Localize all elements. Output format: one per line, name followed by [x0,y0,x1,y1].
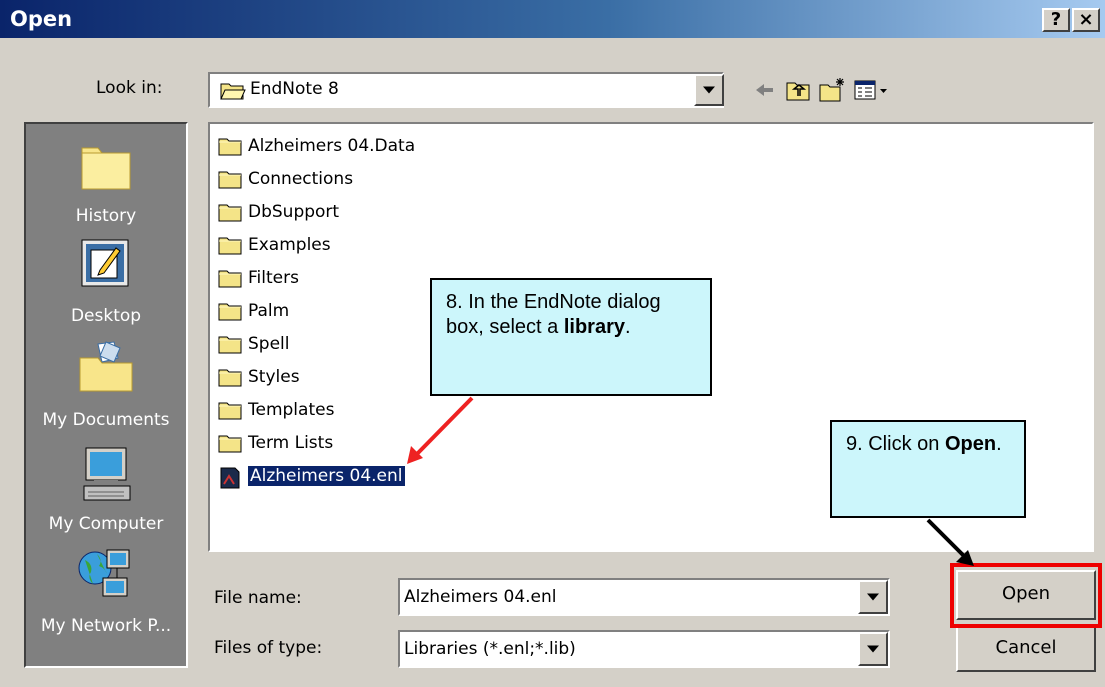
places-desktop[interactable]: Desktop [26,236,186,336]
file-name: Styles [248,367,300,387]
file-name-label: File name: [214,588,302,608]
places-my-documents[interactable]: My Documents [26,338,186,442]
file-name: Term Lists [248,433,334,453]
folder-icon [218,237,242,255]
files-of-type-value: Libraries (*.enl;*.lib) [404,639,576,659]
callout-bold: Open [944,433,997,455]
up-folder-icon[interactable] [784,76,812,104]
chevron-down-icon [867,645,879,653]
open-button-highlight [950,563,1102,628]
callout-text-end: . [625,316,631,338]
files-of-type-label: Files of type: [214,638,323,658]
files-of-type-dropdown-button[interactable] [858,632,888,666]
folder-icon [218,270,242,288]
places-my-network[interactable]: My Network P... [26,546,186,650]
view-menu-icon[interactable] [852,76,892,104]
folder-icon [218,402,242,420]
file-name: Filters [248,268,299,288]
places-history[interactable]: History [26,134,186,234]
help-button[interactable]: ? [1042,8,1070,32]
new-folder-icon[interactable] [818,76,846,104]
look-in-value: EndNote 8 [250,79,339,99]
chevron-down-icon [703,86,715,94]
file-name: Palm [248,301,290,321]
history-folder-icon [81,147,131,190]
places-my-computer[interactable]: My Computer [26,444,186,544]
folder-icon [218,171,242,189]
file-name: Alzheimers 04.Data [248,136,416,156]
close-button[interactable]: × [1072,8,1100,32]
look-in-combo[interactable]: EndNote 8 [208,72,724,108]
look-in-label: Look in: [96,78,163,98]
file-name-input[interactable]: Alzheimers 04.enl [398,578,890,616]
places-bar: History Desktop My Documents My Computer… [24,122,188,668]
callout-select-library: 8. In the EndNote dialog box, select a l… [430,278,712,396]
places-label: My Documents [42,410,170,430]
look-in-dropdown-button[interactable] [694,74,724,106]
file-name: Alzheimers 04.enl [248,466,405,486]
my-network-icon [78,549,130,597]
title-bar: Open ? × [0,0,1105,38]
file-name: Connections [248,169,354,189]
callout-text: 9. Click on [846,433,945,455]
open-dialog: Open ? × Look in: EndNote 8 History Desk… [0,0,1105,687]
places-label: Desktop [70,306,142,326]
chevron-down-icon [867,593,879,601]
dialog-title: Open [10,7,73,31]
folder-icon [218,369,242,387]
files-of-type-select[interactable]: Libraries (*.enl;*.lib) [398,630,890,668]
file-name-value: Alzheimers 04.enl [404,587,557,607]
folder-icon [218,336,242,354]
cancel-button[interactable]: Cancel [956,626,1096,672]
file-name: Templates [248,400,335,420]
folder-icon [218,435,242,453]
callout-click-open: 9. Click on Open. [830,420,1026,518]
folder-icon [218,204,242,222]
my-documents-icon [79,341,133,392]
folder-icon [218,138,242,156]
places-label: My Computer [48,514,164,534]
my-computer-icon [83,447,131,501]
places-label: History [75,206,137,226]
places-label: My Network P... [40,616,172,636]
file-name: DbSupport [248,202,340,222]
endnote-library-icon [220,467,240,489]
folder-icon [218,303,242,321]
file-name: Examples [248,235,331,255]
open-folder-icon [220,83,246,100]
callout-text-end: . [996,433,1002,455]
back-arrow-icon[interactable] [750,76,778,104]
file-name-dropdown-button[interactable] [858,580,888,614]
desktop-icon [81,239,129,287]
file-name: Spell [248,334,290,354]
callout-bold: library [563,316,625,338]
